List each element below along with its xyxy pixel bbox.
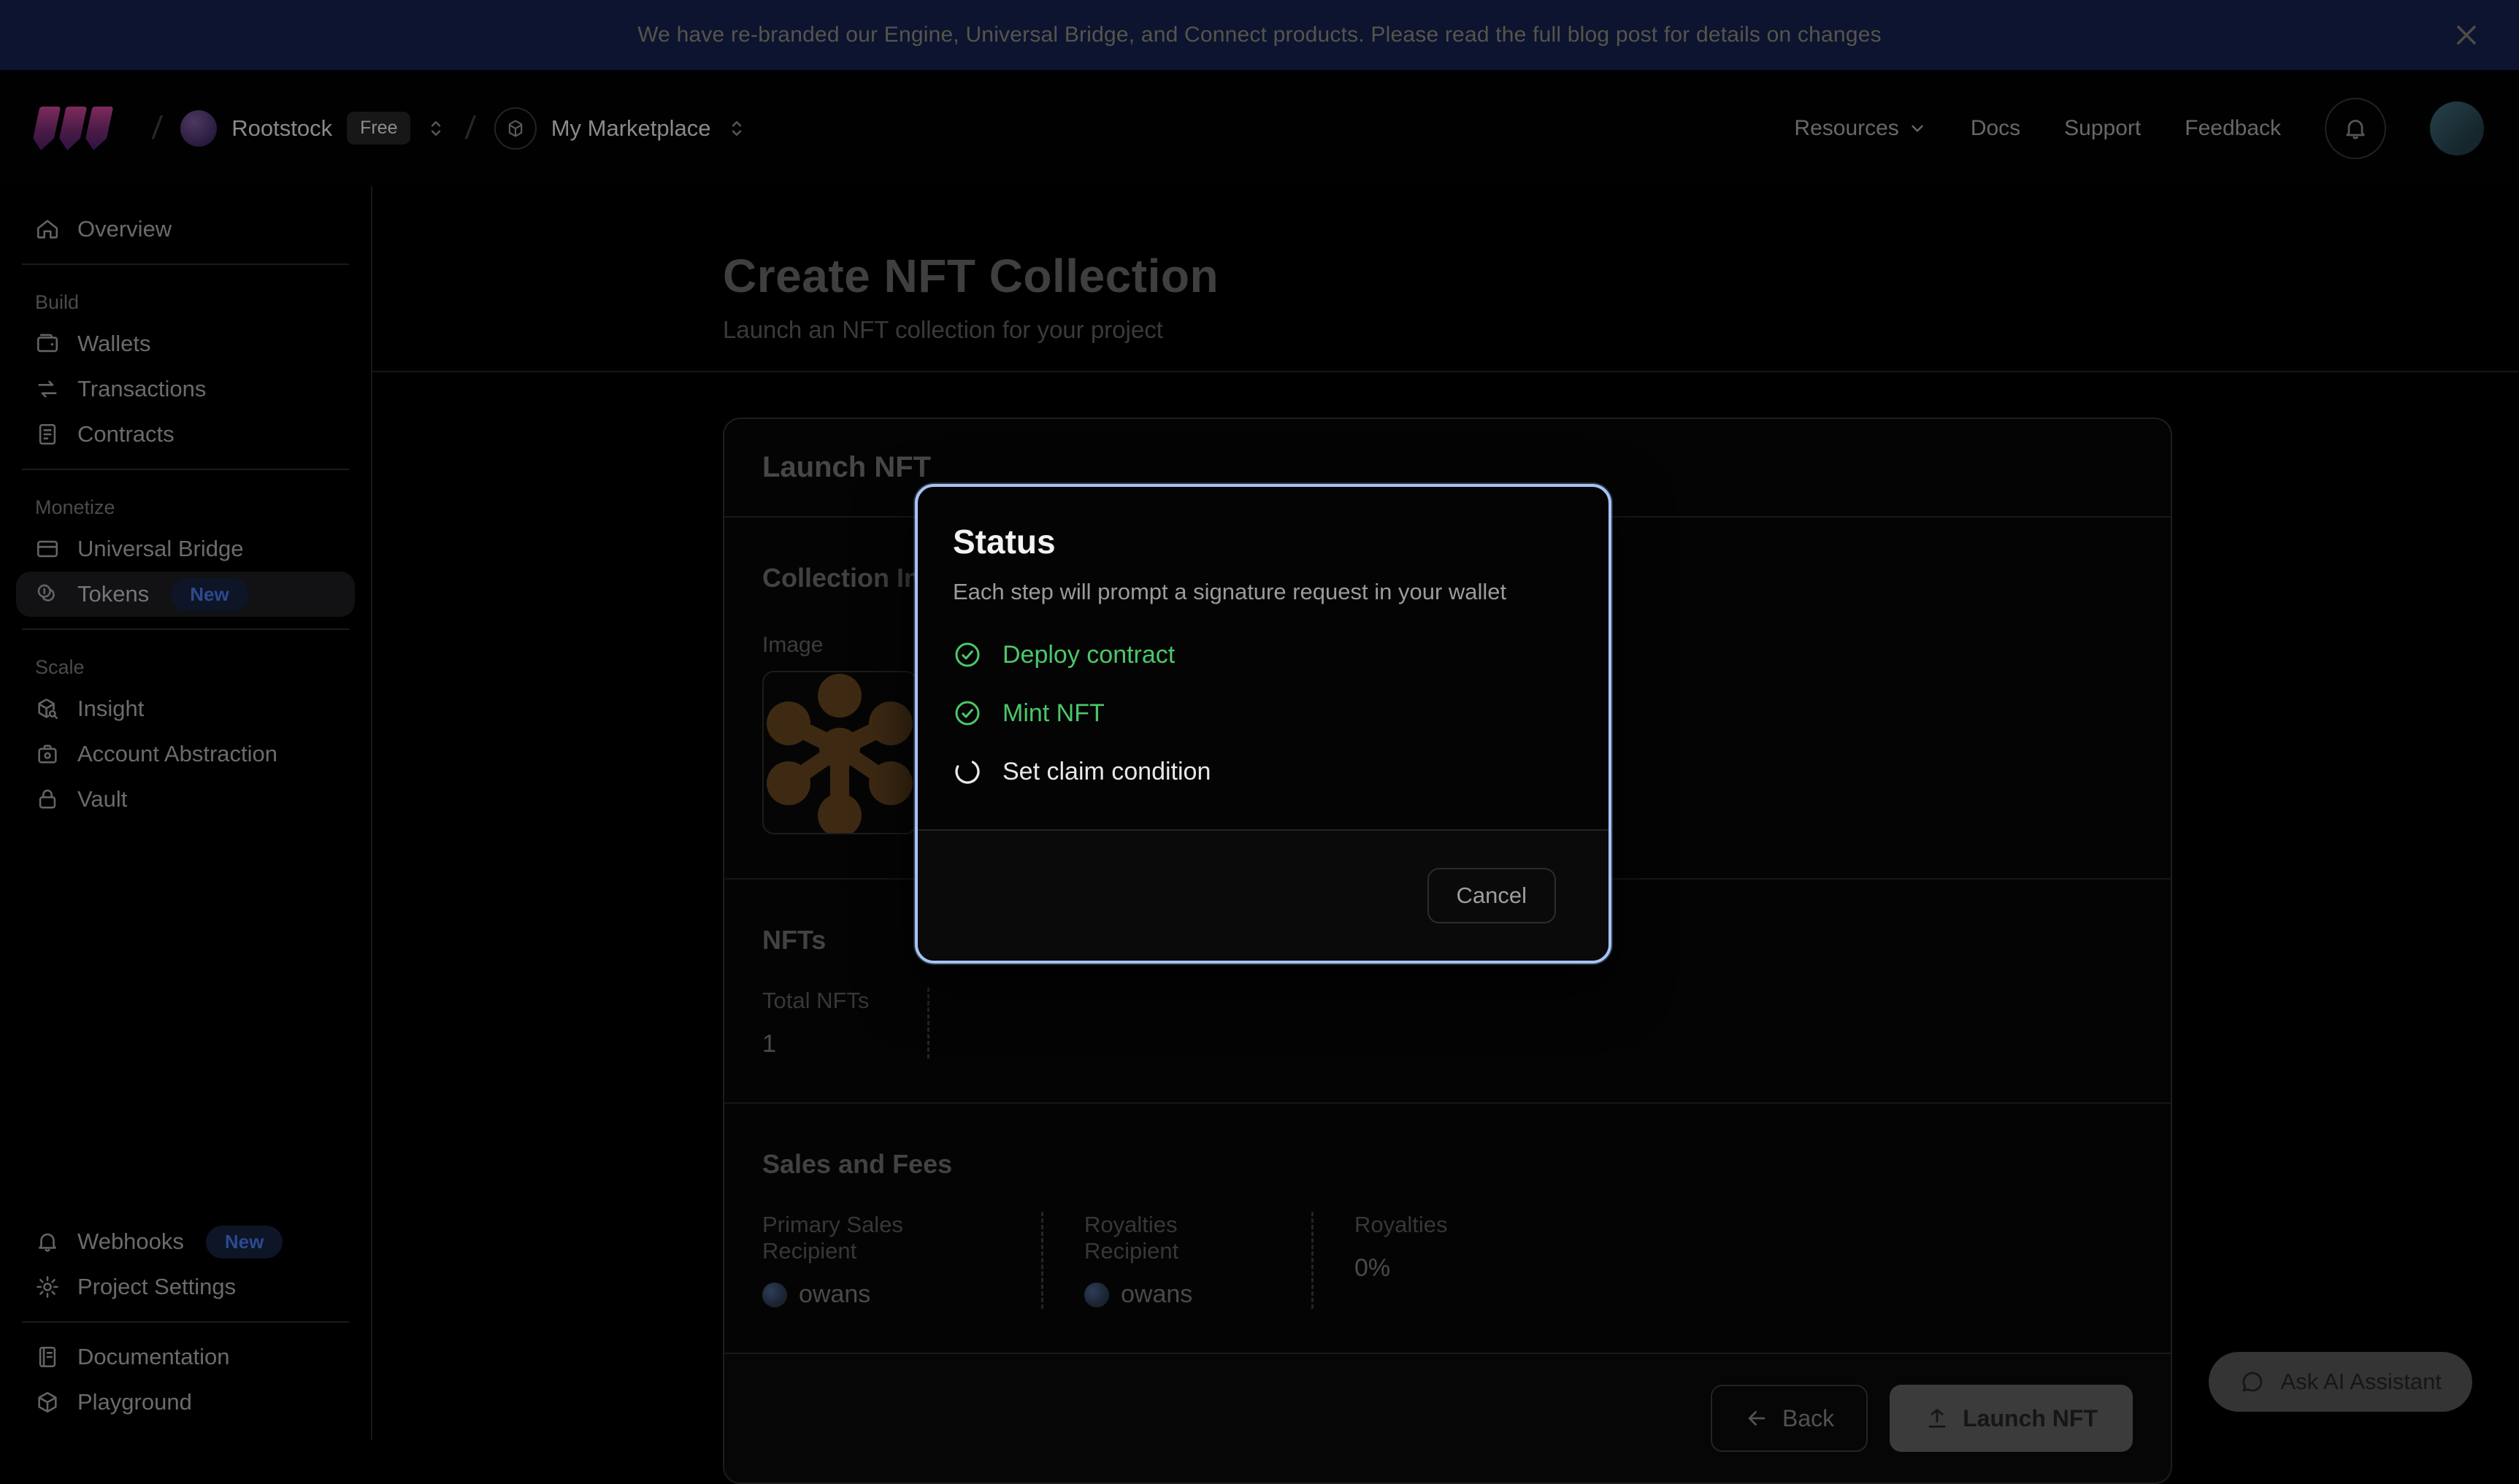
breadcrumb-separator: / [150, 110, 163, 147]
upload-icon [1925, 1406, 1949, 1431]
total-nfts-col: Total NFTs 1 [762, 988, 929, 1058]
ask-ai-assistant-button[interactable]: Ask AI Assistant [2209, 1352, 2472, 1412]
nav-docs[interactable]: Docs [1971, 116, 2020, 141]
status-modal: Status Each step will prompt a signature… [915, 484, 1611, 964]
chevrons-up-down-icon[interactable] [726, 118, 748, 139]
check-circle-icon [953, 699, 982, 728]
plan-badge: Free [347, 112, 410, 145]
sidebar-item-account-abstraction[interactable]: Account Abstraction [16, 731, 355, 777]
lock-icon [35, 787, 60, 812]
sidebar-item-webhooks[interactable]: Webhooks New [16, 1219, 355, 1264]
sidebar-section-build: Build [16, 284, 355, 321]
back-button[interactable]: Back [1711, 1385, 1868, 1452]
sidebar-divider [22, 264, 349, 265]
bell-icon [35, 1229, 60, 1254]
arrow-left-icon [1744, 1406, 1769, 1431]
cube-search-icon [35, 696, 60, 721]
sidebar-item-insight[interactable]: Insight [16, 686, 355, 731]
sidebar-item-project-settings[interactable]: Project Settings [16, 1264, 355, 1310]
breadcrumb-org[interactable]: Rootstock Free [180, 110, 447, 147]
sidebar-divider [22, 1321, 349, 1323]
org-name: Rootstock [231, 115, 332, 142]
royalties-recipient-label: Royalties Recipient [1084, 1212, 1253, 1264]
nav-support[interactable]: Support [2064, 116, 2141, 141]
collection-image [762, 671, 917, 834]
sidebar-item-tokens[interactable]: Tokens New [16, 572, 355, 617]
announcement-banner: We have re-branded our Engine, Universal… [0, 0, 2519, 70]
wallet-icon [35, 331, 60, 356]
sidebar-item-transactions[interactable]: Transactions [16, 366, 355, 412]
box-icon [35, 1390, 60, 1415]
royalties-recipient-col: Royalties Recipient owans [1043, 1212, 1314, 1309]
primary-sales-col: Primary Sales Recipient owans [762, 1212, 1043, 1309]
sidebar-item-documentation[interactable]: Documentation [16, 1334, 355, 1380]
nav-resources[interactable]: Resources [1794, 116, 1926, 141]
wallet-avatar [1084, 1283, 1109, 1307]
gear-icon [35, 1275, 60, 1299]
project-name: My Marketplace [551, 115, 711, 142]
card-icon [35, 537, 60, 561]
sidebar-item-wallets[interactable]: Wallets [16, 321, 355, 366]
sidebar-item-overview[interactable]: Overview [16, 207, 355, 252]
sidebar-item-vault[interactable]: Vault [16, 777, 355, 822]
step-deploy-contract: Deploy contract [953, 634, 1573, 675]
cube-icon [494, 107, 537, 150]
breadcrumb-project[interactable]: My Marketplace [494, 107, 748, 150]
check-circle-icon [953, 640, 982, 669]
modal-title: Status [953, 522, 1573, 561]
sidebar: Overview Build Wallets Transactions Cont… [0, 186, 372, 1439]
chevrons-up-down-icon[interactable] [425, 118, 447, 139]
primary-sales-label: Primary Sales Recipient [762, 1212, 983, 1264]
new-badge: New [206, 1226, 283, 1258]
launch-nft-button[interactable]: Launch NFT [1890, 1385, 2133, 1452]
page-header: Create NFT Collection Launch an NFT coll… [372, 186, 2519, 372]
primary-sales-value: owans [799, 1280, 870, 1309]
bell-icon [2342, 115, 2369, 142]
sidebar-divider [22, 628, 349, 630]
page-title: Create NFT Collection [723, 249, 2519, 303]
total-nfts-label: Total NFTs [762, 988, 869, 1014]
sidebar-item-contracts[interactable]: Contracts [16, 412, 355, 457]
user-avatar[interactable] [2430, 101, 2484, 155]
nav-feedback[interactable]: Feedback [2185, 116, 2281, 141]
cancel-button[interactable]: Cancel [1427, 868, 1557, 923]
arrows-exchange-icon [35, 377, 60, 401]
sidebar-item-universal-bridge[interactable]: Universal Bridge [16, 526, 355, 572]
sales-fees-section: Sales and Fees Primary Sales Recipient o… [724, 1102, 2171, 1353]
chat-bubble-icon [2239, 1369, 2266, 1395]
sidebar-item-playground[interactable]: Playground [16, 1380, 355, 1425]
step-mint-nft: Mint NFT [953, 693, 1573, 734]
document-icon [35, 422, 60, 447]
breadcrumb-separator: / [464, 110, 477, 147]
briefcase-icon [35, 742, 60, 766]
announcement-text: We have re-branded our Engine, Universal… [637, 23, 1882, 47]
modal-footer: Cancel [918, 829, 1609, 961]
royalties-col: Royalties 0% [1314, 1212, 1506, 1309]
coins-icon [35, 582, 60, 607]
home-icon [35, 217, 60, 242]
top-header: / Rootstock Free / My Marketplace Resour… [0, 70, 2519, 186]
sidebar-section-scale: Scale [16, 649, 355, 686]
royalties-recipient-value: owans [1121, 1280, 1192, 1309]
thirdweb-logo-icon[interactable] [31, 107, 114, 150]
page-subtitle: Launch an NFT collection for your projec… [723, 316, 2519, 344]
book-icon [35, 1345, 60, 1369]
total-nfts-value: 1 [762, 1030, 869, 1058]
sidebar-section-monetize: Monetize [16, 489, 355, 526]
spinner-icon [953, 757, 982, 786]
notifications-button[interactable] [2325, 98, 2386, 159]
step-set-claim-condition: Set claim condition [953, 751, 1573, 792]
card-footer: Back Launch NFT [724, 1353, 2171, 1483]
close-icon[interactable] [2446, 15, 2487, 55]
wallet-avatar [762, 1283, 787, 1307]
sidebar-divider [22, 469, 349, 470]
card-title: Launch NFT [762, 451, 931, 483]
sales-fees-heading: Sales and Fees [762, 1149, 2133, 1180]
modal-subtitle: Each step will prompt a signature reques… [953, 579, 1573, 605]
royalties-value: 0% [1354, 1254, 1448, 1283]
chevron-down-icon [1908, 119, 1927, 138]
org-avatar [180, 110, 217, 147]
new-badge: New [171, 578, 248, 611]
royalties-label: Royalties [1354, 1212, 1448, 1238]
